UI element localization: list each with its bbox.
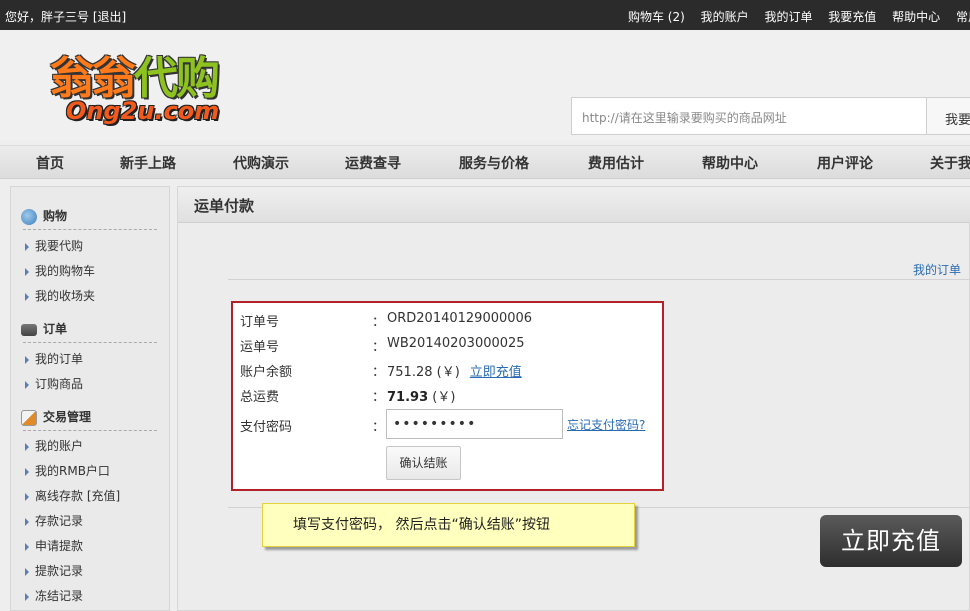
sidebar-item-deposit-records[interactable]: 存款记录: [25, 512, 83, 529]
confirm-checkout-button[interactable]: 确认结账: [386, 446, 461, 480]
site-header: 翁翁代购 Ong2u.com http://请在这里输录要购买的商品网址 我要: [0, 30, 970, 140]
search-input[interactable]: http://请在这里输录要购买的商品网址: [571, 97, 927, 135]
nav-item-demo[interactable]: 代购演示: [233, 153, 289, 173]
cart-link[interactable]: 购物车 (2): [628, 10, 685, 24]
sidebar-section-orders: 订单: [21, 320, 67, 340]
greeting-text: 您好，胖子三号: [5, 10, 90, 24]
forgot-password-link[interactable]: 忘记支付密码?: [567, 416, 645, 433]
balance-label: 账户余额: [240, 365, 293, 380]
nav-item-service-price[interactable]: 服务与价格: [459, 153, 529, 173]
total-shipping-label: 总运费: [240, 390, 280, 405]
truck-icon: [21, 323, 37, 336]
shopping-globe-icon: [21, 208, 37, 225]
nav-item-shipping-lookup[interactable]: 运费查寻: [345, 153, 401, 173]
content-header: 运单付款: [178, 187, 970, 223]
total-shipping-unit: (￥): [428, 390, 456, 405]
total-shipping-value: 71.93: [387, 390, 429, 405]
balance-row: 751.28 (￥) 立即充值: [387, 361, 522, 380]
sidebar-section-shopping: 购物: [21, 207, 67, 227]
logout-link[interactable]: [退出]: [93, 10, 126, 24]
my-orders-top-link[interactable]: 我的订单: [764, 10, 812, 24]
sidebar-divider: [23, 342, 157, 343]
order-number-value: ORD20140129000006: [387, 311, 533, 326]
sidebar-item-withdrawal-records[interactable]: 提款记录: [25, 562, 83, 579]
instruction-tip: 填写支付密码， 然后点击“确认结账”按钮: [262, 503, 635, 547]
waybill-number-value: WB20140203000025: [387, 336, 525, 351]
top-bar: 您好，胖子三号 [退出] 购物车 (2) 我的账户 我的订单 我要充值 帮助中心…: [0, 0, 970, 30]
pay-password-label: 支付密码: [240, 420, 293, 435]
recharge-top-link[interactable]: 我要充值: [828, 10, 876, 24]
help-center-top-link[interactable]: 帮助中心: [892, 10, 940, 24]
sidebar-item-my-orders[interactable]: 我的订单: [25, 350, 83, 367]
recharge-now-button[interactable]: 立即充值: [820, 515, 962, 567]
sidebar-item-my-cart[interactable]: 我的购物车: [25, 262, 95, 279]
search-button[interactable]: 我要: [926, 97, 970, 135]
sidebar-item-my-account[interactable]: 我的账户: [25, 437, 83, 454]
sidebar-item-rmb-account[interactable]: 我的RMB户口: [25, 462, 110, 479]
nav-item-cost-estimate[interactable]: 费用估计: [588, 153, 644, 173]
divider: [228, 279, 970, 280]
common-top-link[interactable]: 常用: [956, 10, 970, 24]
order-number-label: 订单号: [240, 315, 280, 330]
nav-item-about[interactable]: 关于我: [930, 153, 970, 173]
sidebar-divider: [23, 229, 157, 230]
pay-password-input[interactable]: •••••••••: [386, 409, 563, 439]
sidebar-item-offline-deposit[interactable]: 离线存款 [充值]: [25, 487, 120, 504]
sidebar-item-ordered-goods[interactable]: 订购商品: [25, 375, 83, 392]
main-nav: 首页 新手上路 代购演示 运费查寻 服务与价格 费用估计 帮助中心 用户评论 关…: [0, 145, 970, 179]
nav-item-help[interactable]: 帮助中心: [702, 153, 758, 173]
edit-icon: [21, 409, 37, 426]
sidebar-item-buy-for-me[interactable]: 我要代购: [25, 237, 83, 254]
recharge-now-link[interactable]: 立即充值: [470, 365, 522, 380]
logo-english: Ong2u.com: [66, 97, 220, 125]
balance-value: 751.28 (￥): [387, 365, 460, 380]
payment-form: 订单号 ： ORD20140129000006 运单号 ： WB20140203…: [231, 301, 664, 491]
top-links: 购物车 (2) 我的账户 我的订单 我要充值 帮助中心 常用: [616, 8, 970, 25]
waybill-number-label: 运单号: [240, 340, 280, 355]
site-logo[interactable]: 翁翁代购 Ong2u.com: [44, 42, 284, 134]
page-title: 运单付款: [194, 197, 255, 215]
nav-item-home[interactable]: 首页: [36, 153, 64, 173]
sidebar-item-frozen-records[interactable]: 冻结记录: [25, 587, 83, 604]
user-greeting: 您好，胖子三号 [退出]: [5, 8, 126, 25]
sidebar-item-favorites[interactable]: 我的收场夹: [25, 287, 95, 304]
sidebar-divider: [23, 430, 157, 431]
sidebar: 购物 我要代购 我的购物车 我的收场夹 订单 我的订单 订购商品 交易管理 我的…: [10, 186, 170, 611]
nav-item-reviews[interactable]: 用户评论: [817, 153, 873, 173]
my-account-link[interactable]: 我的账户: [701, 10, 749, 24]
sidebar-section-transactions: 交易管理: [21, 408, 91, 428]
nav-item-beginner[interactable]: 新手上路: [120, 153, 176, 173]
my-orders-link[interactable]: 我的订单: [913, 261, 961, 278]
sidebar-item-request-withdrawal[interactable]: 申请提款: [25, 537, 83, 554]
total-shipping-row: 71.93 (￥): [387, 386, 455, 405]
